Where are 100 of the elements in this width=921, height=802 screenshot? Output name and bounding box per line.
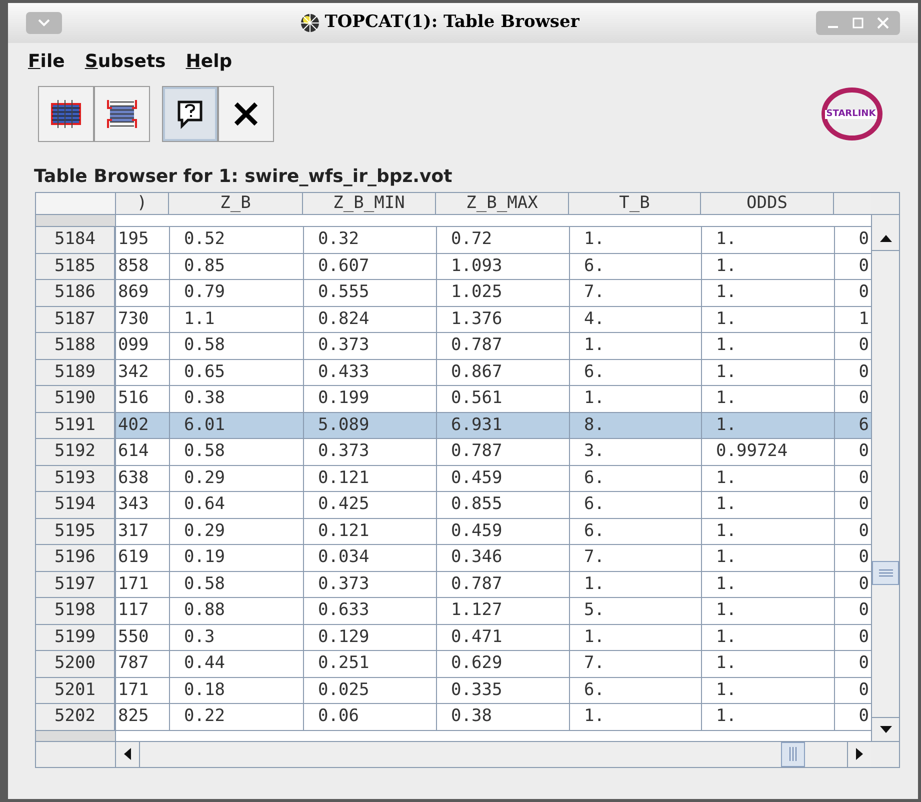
table-cell-text: 550: [117, 626, 150, 649]
menu-item[interactable]: Help: [186, 48, 232, 75]
table-cell: 0.64: [169, 492, 303, 518]
table-cell: 0.824: [303, 306, 436, 332]
table-cell-text: 195: [117, 228, 150, 252]
table-cell: 0.32: [303, 227, 436, 252]
toolbar-button[interactable]: [162, 86, 218, 142]
table-cell: 4.: [569, 306, 701, 332]
grip-icon: [878, 569, 892, 577]
row-number: 5190: [36, 386, 116, 412]
table-cell: 0.346: [436, 545, 569, 570]
table-row[interactable]: 5185 858 0.85 0.607 1.093 6. 1. 0: [36, 254, 871, 280]
column-header[interactable]: Z_B_MIN: [303, 193, 436, 215]
table-cell: 1.: [701, 254, 834, 279]
column-header[interactable]: Z_B_MAX: [436, 193, 569, 215]
close-window-icon[interactable]: [877, 17, 890, 29]
table-cell: 0.561: [436, 386, 569, 412]
table-cell: 3.: [569, 439, 701, 464]
table-cell: 1.: [701, 651, 834, 676]
table-row[interactable]: 5201 171 0.18 0.025 0.335 6. 1. 0: [36, 678, 871, 704]
vertical-scrollbar[interactable]: [871, 215, 899, 740]
table-cell: 0.335: [436, 678, 569, 703]
table-row[interactable]: 5188 099 0.58 0.373 0.787 1. 1. 0: [36, 333, 871, 360]
table-row[interactable]: 5194 343 0.64 0.425 0.855 6. 1. 0: [36, 492, 871, 518]
scroll-thumb[interactable]: [781, 742, 805, 766]
table-row[interactable]: 5195 317 0.29 0.121 0.459 6. 1. 0: [36, 518, 871, 545]
table-cell: 0.79: [169, 280, 303, 306]
menu-item[interactable]: File: [28, 48, 65, 75]
column-header[interactable]: ODDS: [701, 193, 834, 215]
column-header[interactable]: Z_B: [169, 193, 303, 215]
table-cell: 0.38: [436, 704, 569, 730]
table-cell: 0.85: [169, 254, 303, 279]
row-number: 5186: [36, 280, 116, 306]
table-row[interactable]: 5200 787 0.44 0.251 0.629 7. 1. 0: [36, 651, 871, 678]
table-row[interactable]: 5193 638 0.29 0.121 0.459 6. 1. 0: [36, 466, 871, 492]
table-cell-text: 117: [117, 599, 150, 622]
row-number: 5184: [36, 227, 116, 252]
table-cell: 1.: [701, 624, 834, 650]
table-cell: 1.: [701, 280, 834, 306]
table-cell: 1.: [701, 227, 834, 252]
table-cell: 1.: [701, 306, 834, 332]
table-cell: 0.58: [169, 572, 303, 597]
table-cell: 0.3: [169, 624, 303, 650]
table-cell-text: 825: [117, 705, 150, 728]
table-row[interactable]: 5187 730 1.1 0.824 1.376 4. 1. 1: [36, 306, 871, 333]
table-cell: 0.025: [303, 678, 436, 703]
table-cell: 0.06: [303, 704, 436, 730]
column-header[interactable]: T_B: [569, 193, 701, 215]
row-number: 5201: [36, 678, 116, 703]
row-number: 5197: [36, 572, 116, 597]
table-cell: 0.199: [303, 386, 436, 412]
table-row[interactable]: 5190 516 0.38 0.199 0.561 1. 1. 0: [36, 386, 871, 412]
row-number: 5192: [36, 439, 116, 464]
table-cell: 1.093: [436, 254, 569, 279]
table-cell: 1.: [701, 492, 834, 518]
table-row[interactable]: 5199 550 0.3 0.129 0.471 1. 1. 0: [36, 624, 871, 651]
table-cell: 1.1: [169, 306, 303, 332]
maximize-icon[interactable]: [852, 17, 864, 29]
table-row[interactable]: 5198 117 0.88 0.633 1.127 5. 1. 0: [36, 598, 871, 624]
table-cell: 1.: [569, 386, 701, 412]
up-arrow-icon: [880, 235, 892, 242]
left-arrow-icon: [124, 748, 131, 760]
row-number: 5188: [36, 333, 116, 358]
table-cell-text: 614: [117, 440, 150, 464]
column-header[interactable]: ): [116, 193, 169, 215]
table-row[interactable]: 5197 171 0.58 0.373 0.787 1. 1. 0: [36, 572, 871, 598]
row-number: 5199: [36, 624, 116, 650]
table-cell: 6.931: [436, 412, 569, 438]
toolbar-button[interactable]: [38, 86, 94, 142]
table-row[interactable]: 5184 195 0.52 0.32 0.72 1. 1. 0: [36, 227, 871, 254]
table-cell: 0.29: [169, 466, 303, 491]
table-cell-text: 099: [117, 334, 150, 358]
table-cell: 6.01: [169, 412, 303, 438]
scroll-thumb[interactable]: [872, 561, 899, 585]
toolbar-button[interactable]: [218, 86, 274, 142]
table-cell: 6.: [569, 518, 701, 544]
row-number: 5194: [36, 492, 116, 518]
table-cell-text: 869: [117, 281, 150, 304]
table-cell: 8.: [569, 412, 701, 438]
toolbar-button[interactable]: [94, 86, 150, 142]
table-cell: 0.373: [303, 439, 436, 464]
grip-icon: [789, 747, 797, 761]
table-cell: 0.72: [436, 227, 569, 252]
row-number: 5187: [36, 306, 116, 332]
table-row[interactable]: 5191 402 6.01 5.089 6.931 8. 1. 6: [36, 412, 871, 439]
table-row[interactable]: 5202 825 0.22 0.06 0.38 1. 1. 0: [36, 704, 871, 730]
table-cell: 0.18: [169, 678, 303, 703]
table-cell: 7.: [569, 545, 701, 570]
table-row[interactable]: 5186 869 0.79 0.555 1.025 7. 1. 0: [36, 280, 871, 306]
menu-item[interactable]: Subsets: [84, 48, 166, 75]
table-cell: 0.034: [303, 545, 436, 570]
table-row[interactable]: 5196 619 0.19 0.034 0.346 7. 1. 0: [36, 545, 871, 572]
table-row[interactable]: 5189 342 0.65 0.433 0.867 6. 1. 0: [36, 360, 871, 386]
table-cell-text: 858: [117, 254, 150, 278]
table-cell: 0.52: [169, 227, 303, 252]
table-row[interactable]: 5192 614 0.58 0.373 0.787 3. 0.99724 0: [36, 439, 871, 466]
table-cell: 5.089: [303, 412, 436, 438]
window-menu-button[interactable]: [26, 12, 62, 34]
table-cell: 1.: [701, 704, 834, 730]
table-cell: 1.025: [436, 280, 569, 306]
